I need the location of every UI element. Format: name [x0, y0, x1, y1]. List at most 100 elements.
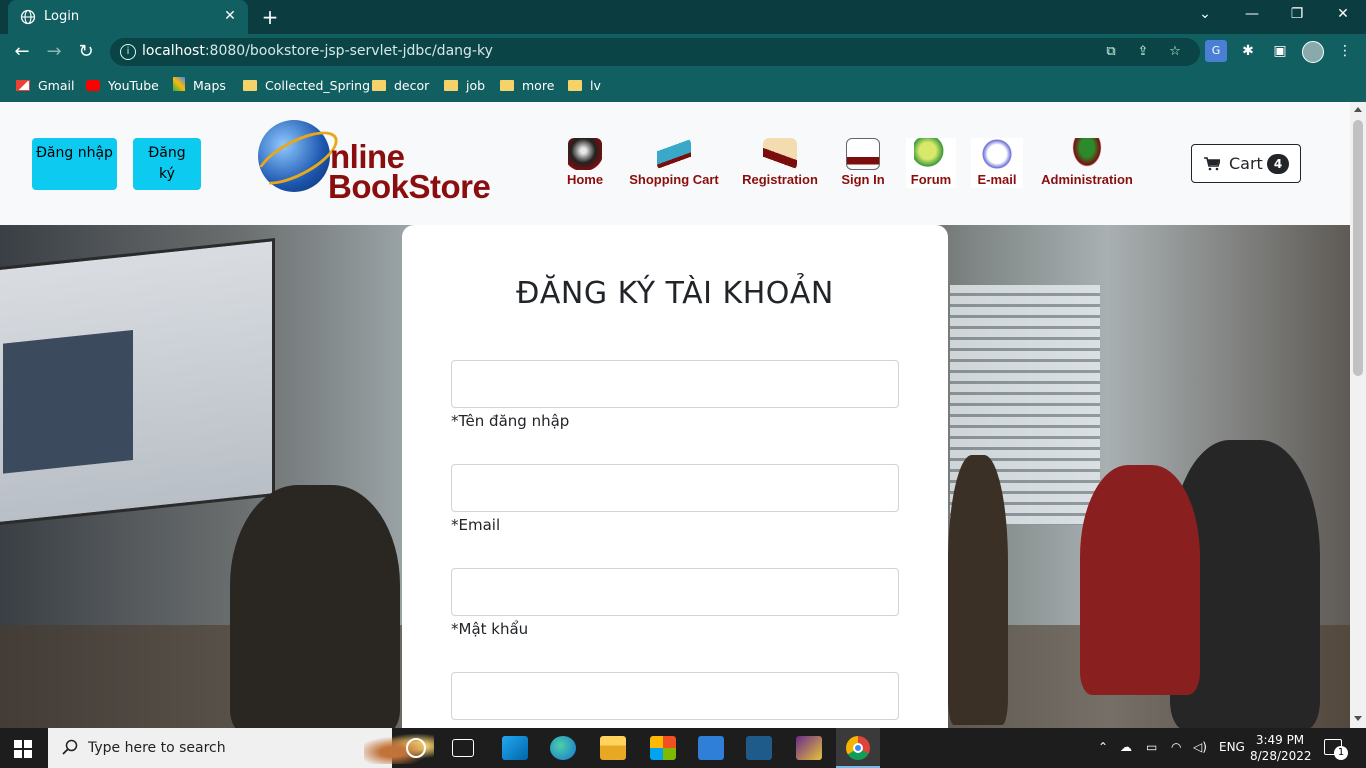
site-info-icon[interactable]: i — [120, 44, 136, 60]
bookmark-decor[interactable]: decor — [372, 77, 429, 95]
cart-count-badge: 4 — [1267, 154, 1289, 174]
register-form-card: ĐĂNG KÝ TÀI KHOẢN *Tên đăng nhập *Email … — [402, 225, 948, 728]
bookmark-gmail[interactable]: Gmail — [16, 77, 74, 95]
battery-icon[interactable]: ▭ — [1146, 740, 1157, 754]
folder-icon — [243, 80, 257, 91]
scroll-up-icon[interactable] — [1354, 107, 1362, 112]
nav-shopping-cart[interactable]: Shopping Cart — [629, 138, 719, 187]
projector-screen — [0, 238, 275, 526]
windows-taskbar: Type here to search ⌃ ☁ ▭ ◠ ◁) ENG 3:49 … — [0, 728, 1366, 768]
back-icon[interactable]: ← — [10, 41, 34, 63]
bookmark-more[interactable]: more — [500, 77, 554, 95]
bookmark-lv[interactable]: lv — [568, 77, 601, 95]
restore-icon[interactable]: ❐ — [1285, 6, 1309, 22]
task-view-icon[interactable] — [452, 739, 474, 757]
minimize-icon[interactable]: — — [1240, 6, 1264, 22]
taskbar-clock[interactable]: 3:49 PM 8/28/2022 — [1250, 732, 1312, 764]
side-panel-icon[interactable]: ▣ — [1269, 40, 1291, 62]
profile-avatar[interactable] — [1302, 41, 1324, 63]
mail-icon[interactable] — [698, 736, 724, 760]
close-tab-icon[interactable]: ✕ — [220, 6, 240, 26]
language-indicator[interactable]: ENG — [1219, 740, 1245, 754]
nav-home[interactable]: Home — [566, 138, 604, 187]
vscode-icon[interactable] — [502, 736, 528, 760]
notification-count: 1 — [1334, 746, 1348, 760]
chrome-icon — [846, 736, 870, 760]
chrome-menu-icon[interactable]: ⋮ — [1334, 40, 1356, 62]
show-hidden-icons-icon[interactable]: ⌃ — [1098, 740, 1108, 754]
extensions-puzzle-icon[interactable]: ✱ — [1237, 40, 1259, 62]
maps-icon — [173, 77, 185, 91]
shopping-cart-icon — [657, 138, 691, 170]
logo-text-line2: BookStore — [328, 168, 491, 205]
file-explorer-icon[interactable] — [600, 736, 626, 760]
page-scrollbar[interactable] — [1350, 102, 1366, 728]
forward-icon[interactable]: → — [42, 41, 66, 63]
url-bar[interactable]: i localhost:8080/bookstore-jsp-servlet-j… — [110, 38, 1200, 66]
register-button[interactable]: Đăng ký — [133, 138, 201, 190]
scroll-down-icon[interactable] — [1354, 716, 1362, 721]
bookmark-star-icon[interactable]: ☆ — [1166, 43, 1184, 61]
bookmarks-bar: Gmail YouTube Maps Collected_Spring deco… — [0, 70, 1366, 102]
google-translate-extension-icon[interactable]: G — [1205, 40, 1227, 62]
nav-sign-in[interactable]: Sign In — [841, 138, 885, 187]
mysql-workbench-icon[interactable] — [746, 736, 772, 760]
wifi-icon[interactable]: ◠ — [1171, 740, 1181, 754]
username-field[interactable] — [451, 360, 899, 408]
fourth-field[interactable] — [451, 672, 899, 720]
translate-icon[interactable]: ⧉ — [1102, 43, 1120, 61]
login-button[interactable]: Đăng nhập — [32, 138, 117, 190]
windows-start-icon[interactable] — [14, 740, 32, 758]
search-icon — [62, 739, 78, 755]
close-window-icon[interactable]: ✕ — [1331, 6, 1355, 22]
password-field[interactable] — [451, 568, 899, 616]
browser-tab-bar: Login ✕ + ⌄ — ❐ ✕ — [0, 0, 1366, 34]
sign-in-icon — [846, 138, 880, 170]
nav-email[interactable]: E-mail — [971, 138, 1023, 188]
form-title: ĐĂNG KÝ TÀI KHOẢN — [516, 276, 834, 311]
cart-label: Cart — [1229, 154, 1263, 173]
reload-icon[interactable]: ↻ — [74, 41, 98, 63]
address-bar-row: ← → ↻ i localhost:8080/bookstore-jsp-ser… — [0, 34, 1366, 70]
bookmark-maps[interactable]: Maps — [173, 77, 226, 95]
registration-icon — [763, 138, 797, 170]
forum-icon — [914, 138, 948, 170]
cart-button[interactable]: Cart 4 — [1191, 144, 1301, 183]
eclipse-ide-icon[interactable] — [796, 736, 822, 760]
folder-icon — [568, 80, 582, 91]
bookmark-collected-spring[interactable]: Collected_Spring — [243, 77, 370, 95]
tab-search-icon[interactable]: ⌄ — [1193, 6, 1217, 22]
web-page: Đăng nhập Đăng ký nline BookStore Home S… — [0, 102, 1350, 728]
taskbar-search-box[interactable]: Type here to search — [48, 728, 434, 768]
cortana-icon[interactable] — [406, 738, 426, 758]
password-label: *Mật khẩu — [451, 620, 529, 638]
new-tab-icon[interactable]: + — [258, 5, 282, 29]
volume-icon[interactable]: ◁) — [1193, 740, 1207, 754]
gmail-icon — [16, 80, 30, 91]
tab-title: Login — [44, 9, 80, 24]
bookmark-job[interactable]: job — [444, 77, 485, 95]
nav-administration[interactable]: Administration — [1040, 138, 1134, 187]
username-label: *Tên đăng nhập — [451, 412, 570, 430]
home-icon — [568, 138, 602, 170]
nav-forum[interactable]: Forum — [906, 138, 956, 188]
youtube-icon — [86, 80, 100, 91]
notifications-icon[interactable]: 1 — [1324, 739, 1348, 760]
folder-icon — [372, 80, 386, 91]
site-logo[interactable]: nline BookStore — [248, 118, 498, 210]
clock-time: 3:49 PM — [1255, 733, 1305, 747]
scrollbar-thumb[interactable] — [1353, 120, 1363, 376]
share-icon[interactable]: ⇪ — [1134, 43, 1152, 61]
search-placeholder: Type here to search — [88, 740, 226, 756]
administration-icon — [1070, 138, 1104, 170]
globe-icon — [20, 9, 36, 25]
email-field[interactable] — [451, 464, 899, 512]
browser-tab[interactable]: Login ✕ — [8, 0, 248, 34]
bookmark-youtube[interactable]: YouTube — [86, 77, 159, 95]
nav-registration[interactable]: Registration — [741, 138, 819, 187]
clock-date: 8/28/2022 — [1250, 749, 1312, 763]
onedrive-icon[interactable]: ☁ — [1120, 740, 1132, 754]
chrome-taskbar-button[interactable] — [836, 728, 880, 768]
edge-icon[interactable] — [550, 736, 576, 760]
microsoft-store-icon[interactable] — [650, 736, 676, 760]
